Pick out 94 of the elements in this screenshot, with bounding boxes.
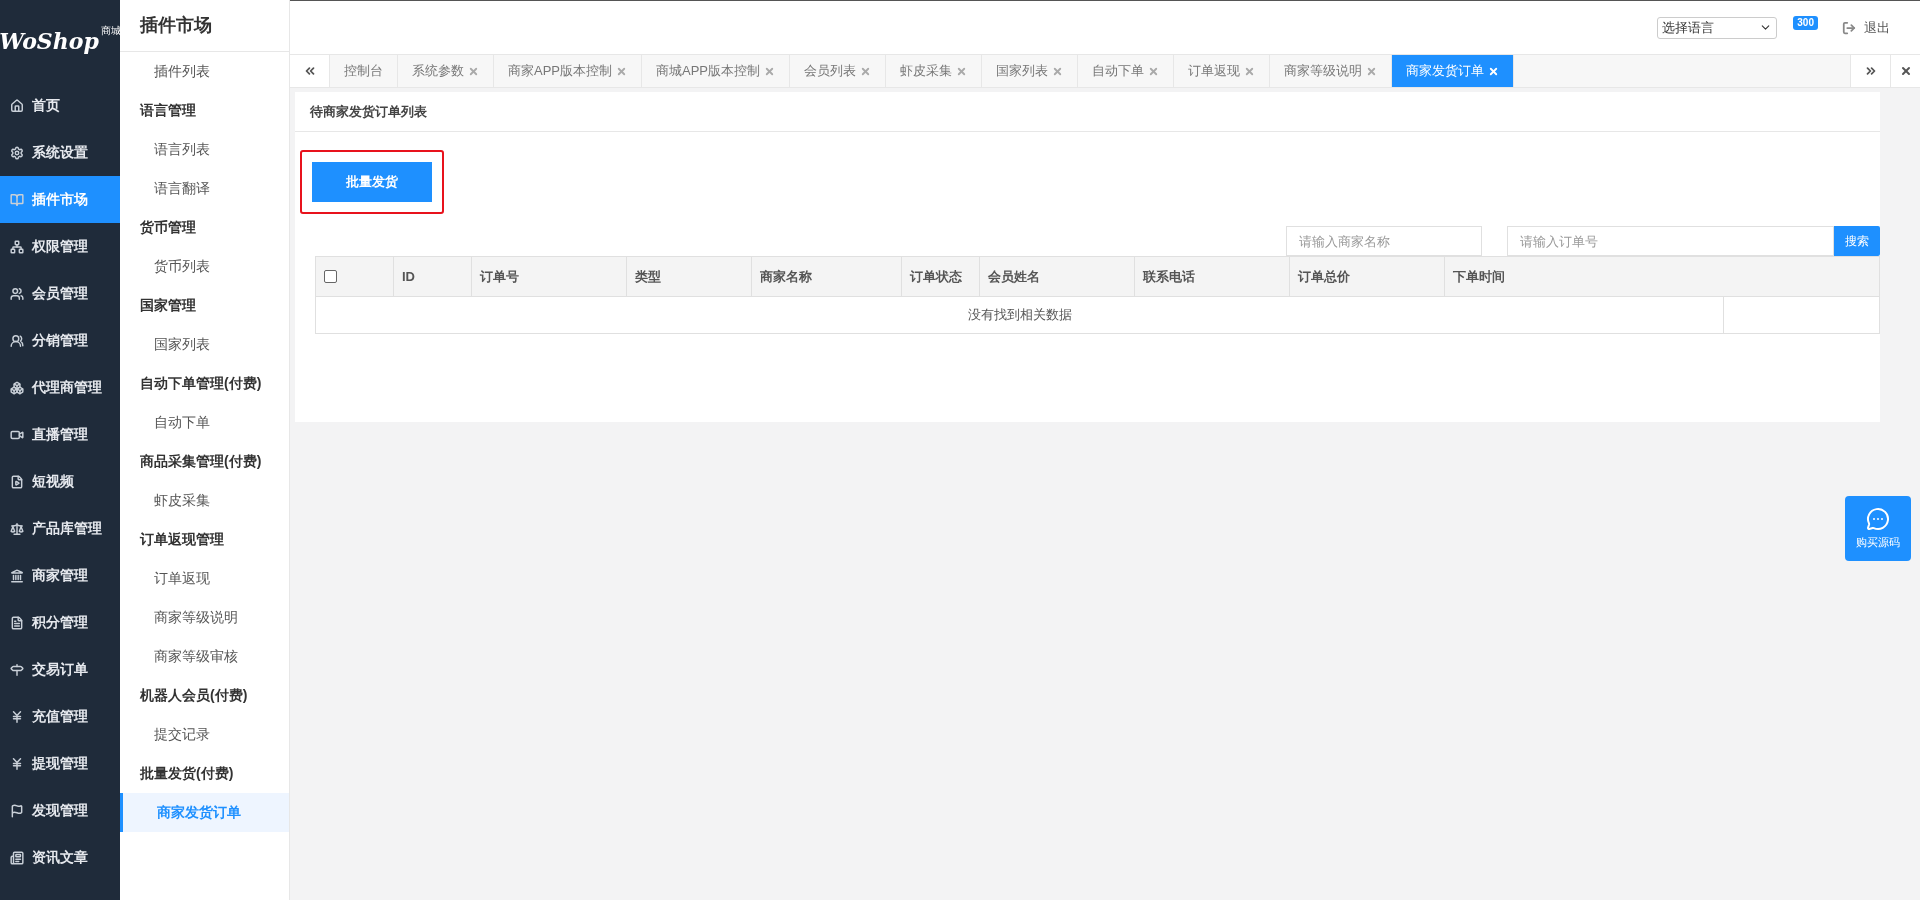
close-icon[interactable] [1366,65,1378,77]
nav-item[interactable]: 充值管理 [0,693,120,740]
submenu-title: 插件市场 [120,0,289,52]
select-all-checkbox[interactable] [324,270,337,283]
tab[interactable]: 系统参数 [398,55,494,87]
panel-title: 待商家发货订单列表 [310,102,427,121]
nav-item[interactable]: 首页 [0,82,120,129]
video-file-icon [10,474,24,489]
merchant-name-field[interactable]: 请输入商家名称 [1286,226,1482,256]
yen-icon [10,756,24,771]
submenu-group: 订单返现管理 [120,520,289,559]
close-icon[interactable] [1244,65,1256,77]
submenu-group: 机器人会员(付费) [120,676,289,715]
nav-item[interactable]: 权限管理 [0,223,120,270]
nav-item[interactable]: 代理商管理 [0,364,120,411]
tab[interactable]: 自动下单 [1078,55,1175,87]
tab[interactable]: 控制台 [330,55,398,87]
submenu-item[interactable]: 自动下单 [120,403,289,442]
submenu-item[interactable]: 商家等级审核 [120,637,289,676]
tab[interactable]: 虾皮采集 [886,55,983,87]
tab[interactable]: 国家列表 [982,55,1079,87]
submenu-item[interactable]: 订单返现 [120,559,289,598]
column-header: 联系电话 [1143,267,1195,286]
chat-bubble-icon [1866,506,1890,531]
nav-item[interactable]: 产品库管理 [0,505,120,552]
nav-item[interactable]: 直播管理 [0,411,120,458]
close-icon[interactable] [616,65,627,77]
nav-item[interactable]: 积分管理 [0,599,120,646]
tab[interactable]: 商家APP版本控制 [494,55,642,87]
logo: WoShop [0,30,99,52]
tab[interactable]: 商城APP版本控制 [642,55,791,87]
gear-icon [10,145,24,160]
newspaper-icon [10,850,24,865]
bank-icon [10,568,24,583]
column-header: 订单状态 [910,267,962,286]
nav-item[interactable]: 短视频 [0,458,120,505]
language-select[interactable]: 选择语言 [1657,16,1778,39]
nav-item[interactable]: 资讯文章 [0,834,120,881]
scale-icon [10,521,24,536]
close-icon [1899,65,1912,77]
submenu-group: 语言管理 [120,91,289,130]
nav-item[interactable]: 提现管理 [0,740,120,787]
submenu-item[interactable]: 国家列表 [120,325,289,364]
yen-icon [10,709,24,724]
column-header: 订单总价 [1298,267,1350,286]
users-icon [10,333,24,348]
close-icon[interactable] [860,65,872,77]
signpost-icon [10,662,24,677]
submenu-item[interactable]: 商家等级说明 [120,598,289,637]
submenu-item[interactable]: 插件列表 [120,52,289,91]
order-number-field[interactable]: 请输入订单号 [1507,226,1834,256]
nav-item[interactable]: 会员管理 [0,270,120,317]
submenu-item[interactable]: 提交记录 [120,715,289,754]
nav-item[interactable]: 系统设置 [0,129,120,176]
book-icon [10,192,24,207]
nav-item[interactable]: 商家管理 [0,552,120,599]
submenu-group: 国家管理 [120,286,289,325]
close-icon[interactable] [1488,65,1500,77]
column-header: 类型 [635,267,661,286]
nav-item[interactable]: 交易订单 [0,646,120,693]
users-icon [10,286,24,301]
hierarchy-icon [10,239,24,254]
close-icon[interactable] [956,65,968,77]
submenu-group: 批量发货(付费) [120,754,289,793]
tab[interactable]: 订单返现 [1174,55,1271,87]
submenu-item[interactable]: 货币列表 [120,247,289,286]
document-icon [10,615,24,630]
nav-item[interactable]: 发现管理 [0,787,120,834]
column-header: 下单时间 [1453,267,1505,286]
logout-icon [1842,20,1856,35]
close-icon[interactable] [1148,65,1160,77]
submenu-item[interactable]: 语言列表 [120,130,289,169]
column-header: 订单号 [480,267,519,286]
submenu-group: 商品采集管理(付费) [120,442,289,481]
empty-message: 没有找到相关数据 [967,306,1072,325]
submenu-item[interactable]: 语言翻译 [120,169,289,208]
home-icon [10,98,24,113]
boxes-icon [10,380,24,395]
column-header: 商家名称 [760,267,812,286]
column-header: 会员姓名 [988,267,1040,286]
submenu-item[interactable]: 虾皮采集 [120,481,289,520]
close-icon[interactable] [764,65,776,77]
column-header: ID [402,267,415,286]
logout-link[interactable]: 退出 [1864,17,1890,38]
tab[interactable]: 会员列表 [790,55,887,87]
close-all-button[interactable] [1890,55,1920,87]
close-icon[interactable] [468,65,479,77]
flag-icon [10,803,24,818]
scroll-left-button[interactable] [290,55,330,87]
scroll-right-button[interactable] [1850,55,1890,87]
submenu-group: 自动下单管理(付费) [120,364,289,403]
close-icon[interactable] [1052,65,1064,77]
nav-item[interactable]: 分销管理 [0,317,120,364]
submenu-group: 货币管理 [120,208,289,247]
